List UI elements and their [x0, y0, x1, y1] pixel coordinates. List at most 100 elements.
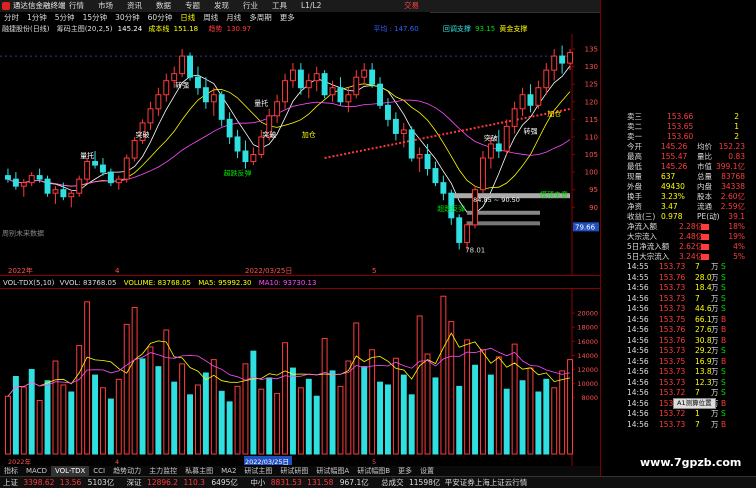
price-tick-label: 115	[585, 116, 598, 124]
volume-bar	[36, 399, 43, 455]
period-1min[interactable]: 1分钟	[23, 12, 51, 23]
tick-unit: 万	[711, 367, 719, 376]
low-price-label: 78.01	[465, 246, 485, 254]
menu-quotes[interactable]: 行情	[62, 0, 91, 12]
index-shenzhen-name[interactable]: 深证	[127, 478, 142, 487]
indicator-tab[interactable]: 主力监控	[145, 466, 181, 476]
support-range-label: 84.85 ~ 90.50	[473, 196, 520, 204]
volume-value: VOLUME: 83768.05	[123, 279, 191, 287]
period-more[interactable]: 更多	[276, 12, 299, 23]
candle-body	[250, 154, 257, 163]
period-weekly[interactable]: 周线	[199, 12, 222, 23]
candle-body	[353, 76, 360, 96]
volume-bar	[274, 392, 281, 455]
tick-side: B	[721, 314, 727, 324]
indicator-tab[interactable]: 研试主图	[240, 466, 276, 476]
volume-bar	[202, 372, 209, 455]
stat-label: 量比	[697, 152, 712, 161]
indicator-tab[interactable]: VOL-TDX	[50, 466, 90, 476]
indicator-tab[interactable]: 研试研图	[276, 466, 312, 476]
volume-chart[interactable]: 20000 18000 16000 14000 12000 10000 8000 2022年 4…	[0, 288, 600, 466]
candle-body	[305, 80, 312, 89]
signal-label: 突破	[136, 130, 150, 139]
stat-row: 现量 637 总量 83768	[601, 172, 756, 182]
candle	[472, 186, 478, 229]
tick-unit: 万	[711, 335, 719, 345]
candle-body	[424, 154, 431, 170]
price-tick-label: 95	[589, 186, 598, 194]
tick-unit: 万	[711, 346, 719, 355]
ma5-value: MA5: 95992.30	[198, 279, 252, 287]
period-30min[interactable]: 30分钟	[111, 12, 144, 23]
index-shanghai-name[interactable]: 上证	[3, 478, 18, 487]
volume-date-label: 2022年	[8, 457, 32, 466]
indicator-tab[interactable]: 趋势动力	[109, 466, 145, 476]
candle-body	[487, 143, 494, 159]
calc-popup[interactable]: A1测算位置	[673, 398, 716, 409]
date-label: 5	[372, 267, 376, 275]
candle-body	[480, 157, 486, 191]
menu-tools[interactable]: 工具	[265, 0, 294, 12]
candle-body	[551, 55, 558, 71]
indicator-tab[interactable]: 研试幅图B	[353, 466, 394, 476]
tick-side: S	[721, 293, 726, 303]
volume-bar	[155, 366, 162, 455]
period-intraday[interactable]: 分时	[0, 12, 23, 23]
indicator-tab[interactable]: CCI	[89, 466, 109, 476]
stat-value: 145.26	[661, 142, 688, 151]
indicator-tab[interactable]: 指标	[0, 466, 22, 476]
tick-row: 14:55 153.73 7 万 S	[601, 262, 756, 273]
flow-percent: 5%	[733, 252, 745, 261]
ask-label: 卖一	[627, 132, 642, 141]
signal-label: 量托	[254, 98, 268, 107]
tick-volume: 7	[695, 293, 700, 303]
tick-time: 14:56	[627, 304, 649, 313]
volume-bar	[495, 356, 502, 455]
vvol-value: VVOL: 83768.05	[59, 279, 117, 287]
menu-data[interactable]: 数据	[149, 0, 178, 12]
candle-body	[511, 108, 518, 127]
period-monthly[interactable]: 月线	[222, 12, 245, 23]
menu-news[interactable]: 资讯	[120, 0, 149, 12]
period-15min[interactable]: 15分钟	[79, 12, 112, 23]
period-5min[interactable]: 5分钟	[51, 12, 79, 23]
candle-body	[171, 73, 178, 82]
indicator-tab[interactable]: 研试幅图A	[312, 466, 353, 476]
period-multi[interactable]: 多周期	[245, 12, 276, 23]
volume-bar	[448, 321, 455, 455]
menu-level[interactable]: L1/L2	[294, 0, 328, 12]
tick-volume: 28.0	[695, 272, 712, 282]
period-60min[interactable]: 60分钟	[144, 12, 177, 23]
indicator-tab[interactable]: MA2	[217, 466, 240, 476]
tick-side: B	[721, 398, 727, 408]
candle	[123, 154, 130, 183]
menu-industry[interactable]: 行业	[236, 0, 265, 12]
indicator-tab[interactable]: 私募主图	[181, 466, 217, 476]
candle-body	[115, 178, 122, 184]
support-zone-bar	[467, 221, 540, 226]
trend-value: 130.97	[226, 25, 252, 33]
indicator-tab[interactable]: 更多	[394, 466, 416, 476]
volume-bar	[44, 380, 51, 455]
index-sme-name[interactable]: 中小	[250, 478, 265, 487]
period-daily[interactable]: 日线	[176, 12, 199, 23]
stat-value: 83768	[721, 172, 745, 181]
volume-bar	[313, 395, 320, 455]
tick-volume: 27.6	[695, 325, 712, 334]
stat-label: 股本	[697, 192, 712, 201]
indicator-tab[interactable]: MACD	[22, 466, 51, 476]
menu-discover[interactable]: 发现	[207, 0, 236, 12]
flow-row: 净流入额 2.28亿 18%	[601, 222, 756, 232]
volume-bar	[416, 315, 423, 455]
menu-topic[interactable]: 专题	[178, 0, 207, 12]
candle-body	[290, 69, 296, 82]
kline-chart[interactable]: 135 130 125 120 115 110 105 100 95 90 2022年 4 2022/0…	[0, 34, 600, 276]
menu-market[interactable]: 市场	[91, 0, 120, 12]
signal-label: 加仓	[547, 109, 561, 118]
indicator-tab[interactable]: 设置	[416, 466, 438, 476]
candle-body	[432, 168, 439, 184]
candle-body	[100, 164, 106, 173]
stat-row: 外盘 49430 内盘 34338	[601, 182, 756, 192]
trade-button[interactable]: 交易	[404, 0, 419, 12]
main-menu: 行情 市场 资讯 数据 专题 发现 行业 工具 L1/L2	[62, 0, 328, 12]
